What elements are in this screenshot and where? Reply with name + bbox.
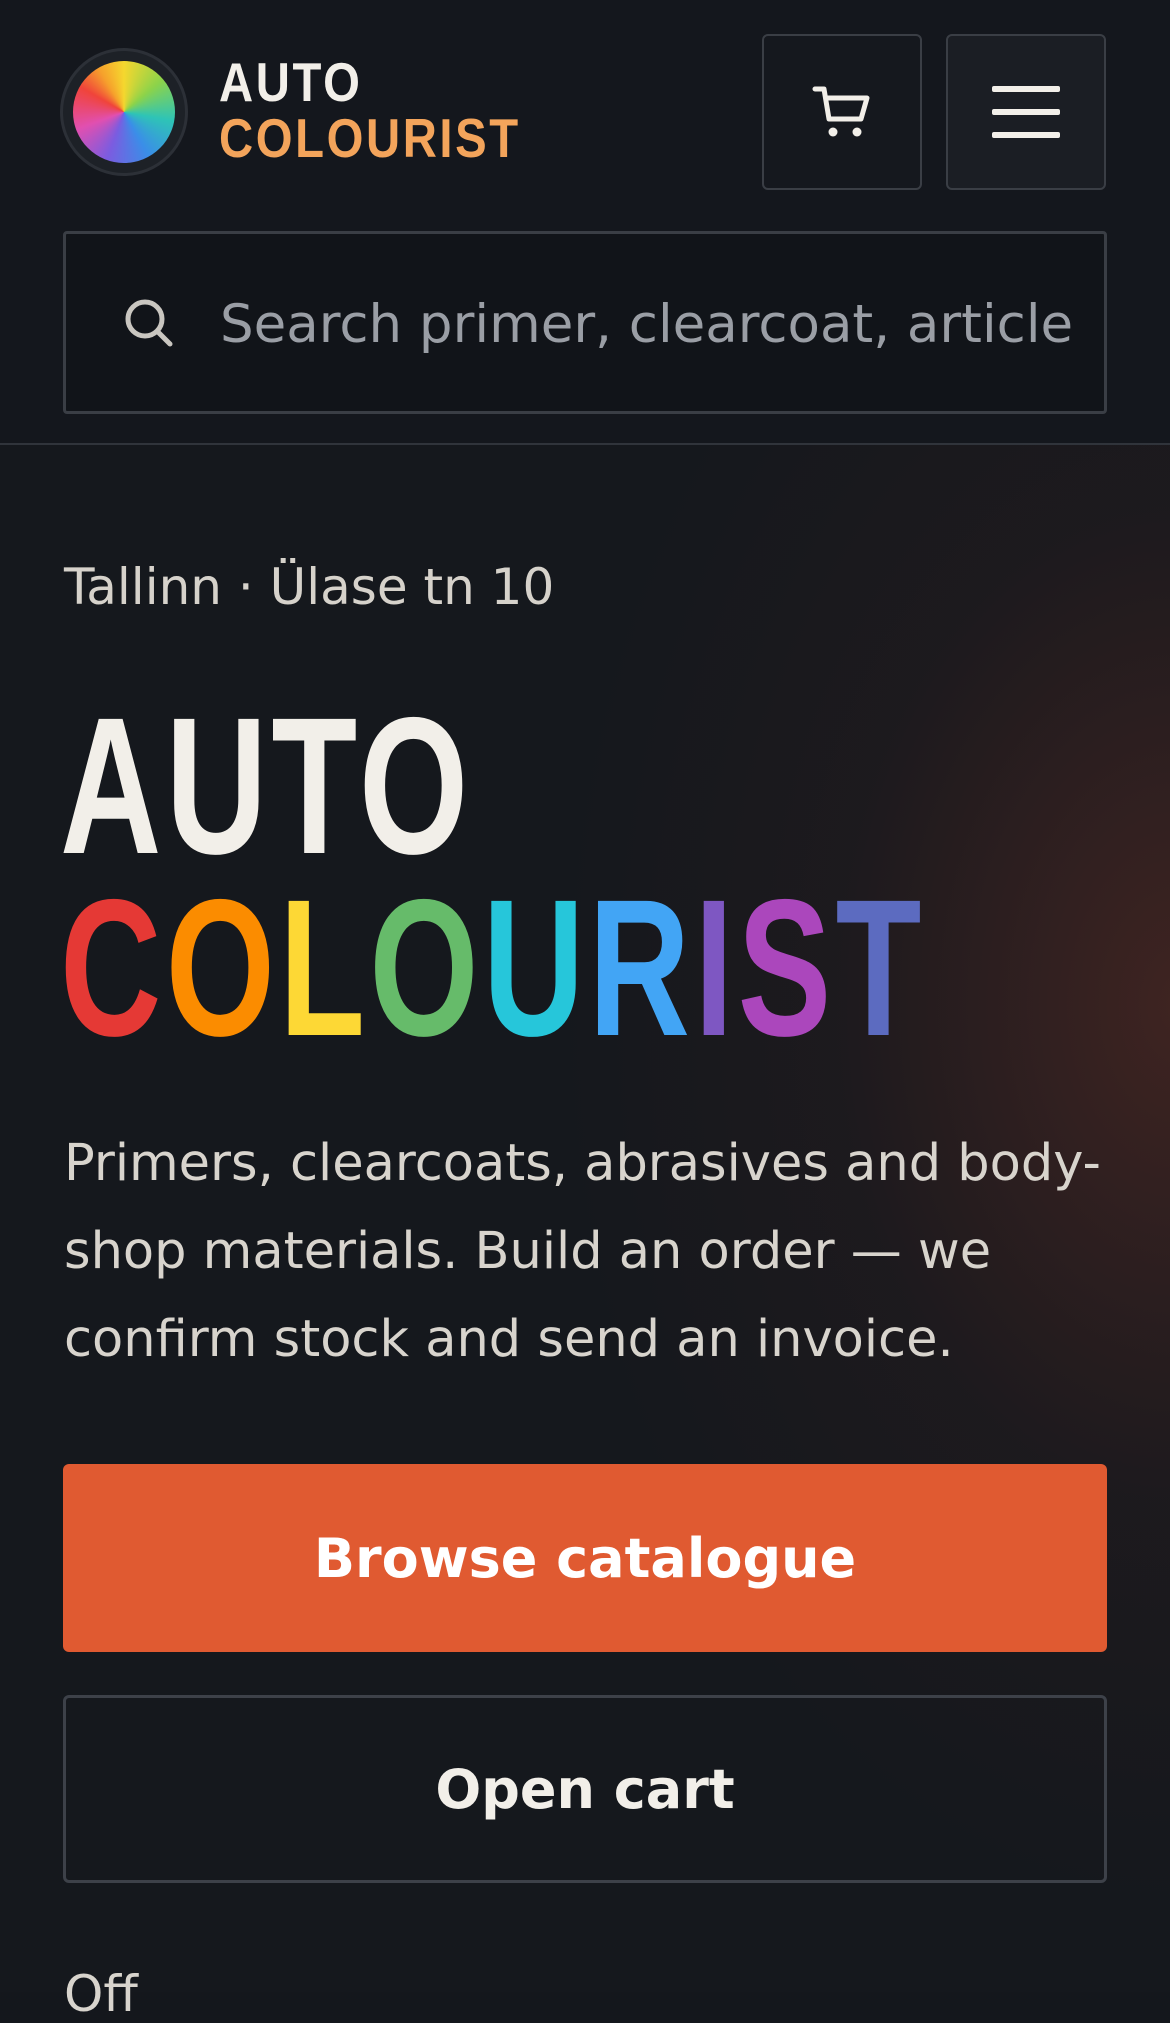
hero-title-letter: O: [165, 859, 280, 1077]
open-cart-button[interactable]: Open cart: [63, 1695, 1107, 1883]
hero-title-letter: L: [279, 859, 370, 1077]
hero-title-line-2: COLOURIST: [60, 859, 926, 1077]
hero-title: AUTO COLOURIST: [60, 677, 926, 1077]
hero-title-line-1: AUTO: [60, 677, 473, 895]
logo[interactable]: [60, 48, 188, 176]
brand-line-2: COLOURIST: [219, 107, 521, 169]
search-input[interactable]: [220, 274, 1080, 374]
hero-title-letter: T: [835, 859, 926, 1077]
hero-title-letter: O: [369, 859, 483, 1077]
hero-section: Tallinn · Ülase tn 10 AUTO COLOURIST Pri…: [0, 445, 1170, 2023]
brand-name[interactable]: AUTO COLOURIST: [219, 54, 521, 166]
hero-title-letter: U: [482, 859, 589, 1077]
search-box: [63, 231, 1107, 414]
menu-button[interactable]: [946, 34, 1106, 190]
browse-catalogue-button[interactable]: Browse catalogue: [63, 1464, 1107, 1652]
search-icon: [125, 299, 173, 347]
hero-description: Primers, clearcoats, abrasives and body-…: [64, 1134, 1101, 1369]
hero-title-letter: R: [588, 859, 695, 1077]
site-header: AUTO COLOURIST: [0, 0, 1170, 445]
store-location: Tallinn · Ülase tn 10: [64, 558, 555, 616]
color-wheel-icon: [73, 61, 175, 163]
offer-heading: Off: [64, 1965, 138, 2023]
hero-title-letter: S: [737, 859, 836, 1077]
hero-title-letter: C: [60, 859, 166, 1077]
cart-button[interactable]: [762, 34, 922, 190]
brand-line-1: AUTO: [219, 51, 363, 113]
hamburger-menu-icon: [992, 86, 1060, 138]
hero-title-letter: I: [694, 859, 738, 1077]
cart-icon: [812, 86, 870, 137]
